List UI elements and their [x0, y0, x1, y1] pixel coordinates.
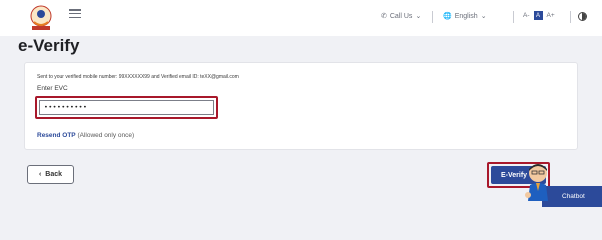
- language-label: English: [454, 12, 478, 20]
- phone-icon: ✆: [381, 13, 387, 20]
- back-label: Back: [45, 171, 63, 178]
- chevron-down-icon: ⌄: [415, 13, 422, 20]
- call-us-menu[interactable]: ✆ Call Us ⌄: [381, 12, 422, 21]
- font-size-controls: A- A A+: [523, 11, 555, 20]
- evc-input[interactable]: ••••••••••: [39, 100, 214, 115]
- language-selector[interactable]: 🌐 English ⌄: [443, 12, 487, 21]
- globe-icon: 🌐: [443, 13, 452, 20]
- divider: [513, 11, 514, 23]
- divider: [570, 11, 571, 23]
- chevron-left-icon: ‹: [38, 171, 42, 178]
- font-decrease-button[interactable]: A-: [523, 12, 530, 19]
- resend-row: Resend OTP (Allowed only once): [37, 132, 134, 139]
- page-title: e-Verify: [18, 36, 80, 55]
- resend-otp-link[interactable]: Resend OTP: [37, 132, 76, 139]
- evc-highlight: ••••••••••: [35, 96, 218, 119]
- contrast-icon[interactable]: [578, 12, 587, 21]
- top-header: ✆ Call Us ⌄ 🌐 English ⌄ A- A A+: [0, 0, 602, 36]
- back-button[interactable]: ‹ Back: [27, 165, 74, 184]
- divider: [432, 11, 433, 23]
- menu-icon[interactable]: [69, 9, 81, 19]
- everify-card: Sent to your verified mobile number: 99X…: [24, 62, 578, 150]
- evc-label: Enter EVC: [37, 85, 68, 92]
- sent-message: Sent to your verified mobile number: 99X…: [37, 74, 239, 80]
- chatbot-avatar-icon[interactable]: [524, 161, 552, 201]
- call-us-label: Call Us: [389, 12, 413, 20]
- emblem-logo[interactable]: [28, 4, 54, 32]
- chevron-down-icon: ⌄: [480, 13, 487, 20]
- resend-note: (Allowed only once): [75, 132, 135, 139]
- font-increase-button[interactable]: A+: [547, 12, 555, 19]
- font-normal-button[interactable]: A: [533, 11, 543, 20]
